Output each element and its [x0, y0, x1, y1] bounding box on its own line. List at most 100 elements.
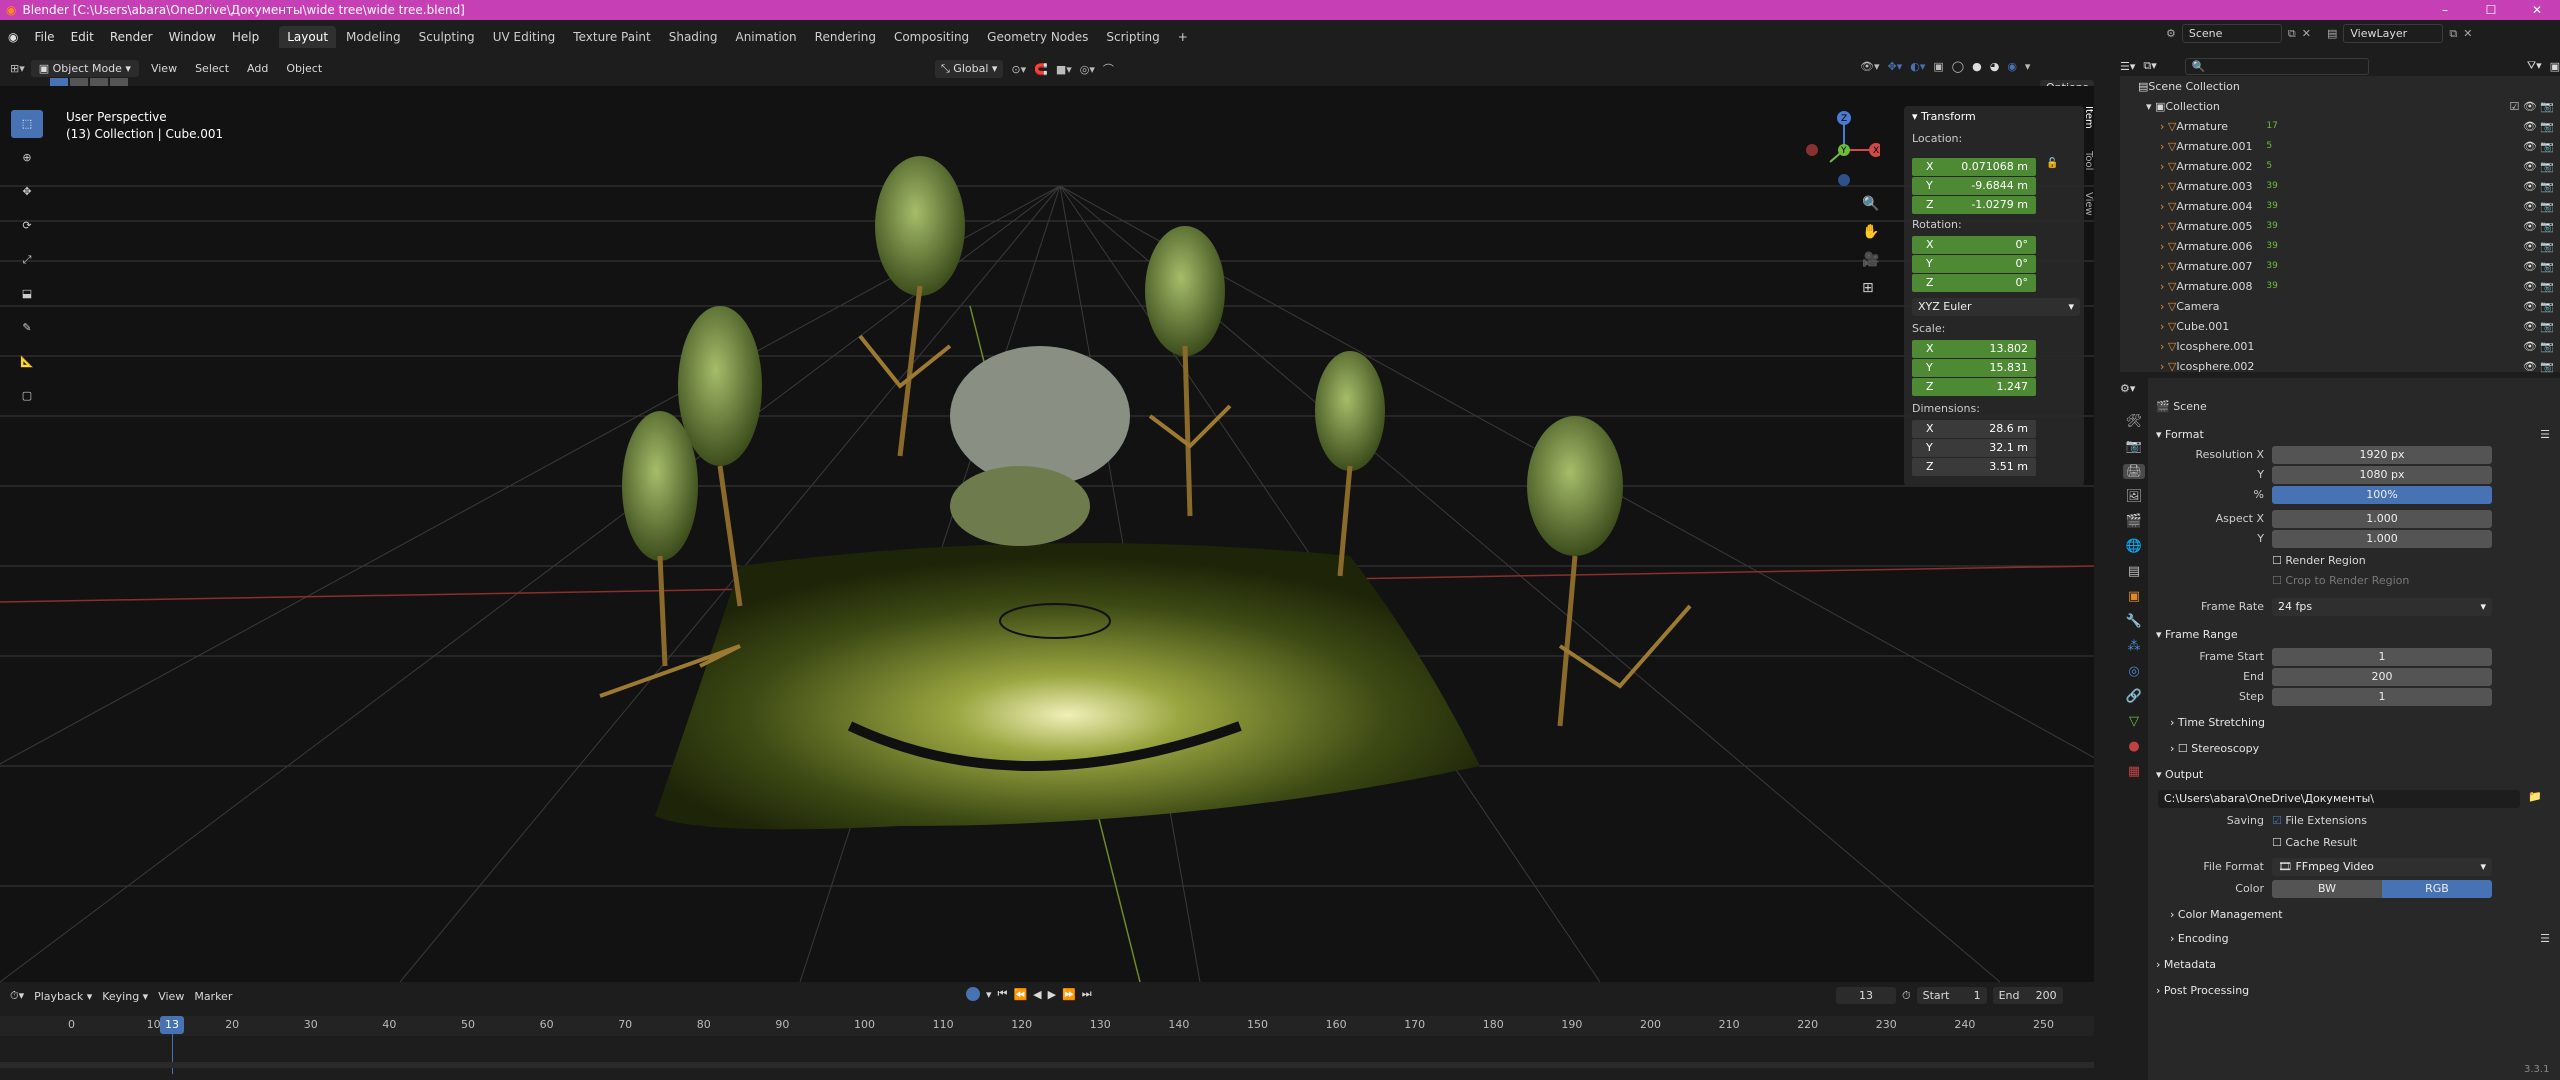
visibility-eye-icon[interactable]: 👁 📷	[2523, 140, 2554, 153]
outliner-item[interactable]: › ▽ Armature.005 39 👁 📷	[2120, 216, 2560, 236]
view-layer-tab-icon[interactable]: 🖼	[2126, 489, 2143, 504]
visibility-eye-icon[interactable]: 👁 📷	[2523, 120, 2554, 133]
resolution-y-field[interactable]: 1080 px	[2272, 466, 2492, 484]
mode-selector[interactable]: ▣ Object Mode ▾	[30, 60, 139, 77]
object-tab-icon[interactable]: ▣	[2128, 589, 2140, 604]
add-workspace-button[interactable]: +	[1170, 26, 1196, 48]
output-tab-icon[interactable]: 🖨	[2122, 464, 2146, 479]
record-options-icon[interactable]: ▾	[986, 988, 992, 1001]
visibility-eye-icon[interactable]: 👁 📷	[2523, 160, 2554, 173]
outliner-item[interactable]: › ▽ Armature.003 39 👁 📷	[2120, 176, 2560, 196]
dimension-y-field[interactable]: Y 32.1 m	[1912, 439, 2036, 457]
new-scene-icon[interactable]: ⧉	[2288, 27, 2296, 41]
move-tool-icon[interactable]: ✥	[11, 178, 43, 206]
tab-scripting[interactable]: Scripting	[1098, 26, 1167, 48]
menu-select[interactable]: Select	[189, 62, 235, 75]
menu-object[interactable]: Object	[280, 62, 328, 75]
dimension-z-field[interactable]: Z 3.51 m	[1912, 458, 2036, 476]
jump-start-icon[interactable]: ⏮	[998, 987, 1008, 1001]
texture-tab-icon[interactable]: ▦	[2128, 764, 2140, 779]
3d-viewport[interactable]: User Perspective (13) Collection | Cube.…	[0, 86, 2094, 982]
scale-x-field[interactable]: X 13.802	[1912, 340, 2036, 358]
blender-menu-icon[interactable]: ◉	[0, 30, 26, 44]
color-rgb-button[interactable]: RGB	[2382, 880, 2492, 898]
material-shading-icon[interactable]: ◕	[1990, 60, 2000, 73]
tab-geometry-nodes[interactable]: Geometry Nodes	[979, 26, 1096, 48]
visibility-eye-icon[interactable]: 👁 📷	[2523, 220, 2554, 233]
navigation-gizmo[interactable]: Z X Y	[1800, 110, 1883, 190]
modifier-tab-icon[interactable]: 🔧	[2126, 614, 2142, 629]
frame-step-field[interactable]: 1	[2272, 688, 2492, 706]
material-tab-icon[interactable]: ●	[2128, 739, 2139, 754]
filter-icon[interactable]: ⛛▾	[2527, 59, 2542, 73]
clock-icon[interactable]: ⏱	[1902, 989, 1911, 1003]
select-tool-icon[interactable]: ⬚	[11, 110, 43, 138]
tab-uv-editing[interactable]: UV Editing	[485, 26, 564, 48]
frame-range-section-header[interactable]: ▾ Frame Range	[2156, 628, 2238, 641]
post-processing-section[interactable]: › Post Processing	[2156, 984, 2249, 997]
ortho-toggle-icon[interactable]: ⊞	[1862, 280, 1879, 296]
scale-z-field[interactable]: Z 1.247	[1912, 378, 2036, 396]
outliner-item[interactable]: › ▽ Armature.002 5 👁 📷	[2120, 156, 2560, 176]
play-icon[interactable]: ▶	[1048, 988, 1056, 1001]
outliner-item[interactable]: › ▽ Cube.001 👁 📷	[2120, 316, 2560, 336]
visibility-eye-icon[interactable]: 👁 📷	[2523, 280, 2554, 293]
encoding-section[interactable]: › Encoding	[2170, 932, 2229, 945]
collection-visibility-icons[interactable]: ☑ 👁 📷	[2509, 100, 2554, 113]
constraints-tab-icon[interactable]: 🔗	[2126, 689, 2142, 704]
menu-file[interactable]: File	[26, 30, 62, 44]
timeline-editor-icon[interactable]: ⏱▾	[10, 989, 24, 1003]
world-tab-icon[interactable]: 🌐	[2126, 539, 2142, 554]
delete-viewlayer-icon[interactable]: ✕	[2463, 27, 2472, 40]
collection-row[interactable]: ▾ ▣ Collection ☑ 👁 📷	[2120, 96, 2560, 116]
time-stretching-section[interactable]: › Time Stretching	[2170, 716, 2265, 729]
cache-result-checkbox[interactable]: ☐ Cache Result	[2272, 836, 2357, 849]
crop-region-checkbox[interactable]: ☐ Crop to Render Region	[2272, 574, 2409, 587]
tab-rendering[interactable]: Rendering	[807, 26, 884, 48]
current-frame-field[interactable]: 13	[1836, 987, 1896, 1004]
file-extensions-checkbox[interactable]: ☑ File Extensions	[2272, 814, 2367, 827]
scale-y-field[interactable]: Y 15.831	[1912, 359, 2036, 377]
visibility-eye-icon[interactable]: 👁 📷	[2523, 200, 2554, 213]
snap-target-icon[interactable]: ■▾	[1056, 63, 1072, 76]
minimize-button[interactable]: –	[2422, 0, 2468, 20]
tab-modeling[interactable]: Modeling	[338, 26, 409, 48]
rotation-z-field[interactable]: Z 0°	[1912, 274, 2036, 292]
scale-tool-icon[interactable]: ⤢	[11, 246, 43, 274]
transform-tool-icon[interactable]: ⬓	[11, 280, 43, 308]
dimension-x-field[interactable]: X 28.6 m	[1912, 420, 2036, 438]
render-region-checkbox[interactable]: ☐ Render Region	[2272, 554, 2366, 567]
color-management-section[interactable]: › Color Management	[2170, 908, 2283, 921]
sidebar-tab-view[interactable]: View	[2083, 192, 2094, 216]
menu-add[interactable]: Add	[241, 62, 274, 75]
visibility-eye-icon[interactable]: 👁 📷	[2523, 300, 2554, 313]
menu-edit[interactable]: Edit	[63, 30, 102, 44]
visibility-eye-icon[interactable]: 👁 📷	[2523, 360, 2554, 373]
play-reverse-icon[interactable]: ◀	[1033, 988, 1041, 1001]
delete-scene-icon[interactable]: ✕	[2302, 27, 2311, 40]
menu-window[interactable]: Window	[161, 30, 224, 44]
rotation-x-field[interactable]: X 0°	[1912, 236, 2036, 254]
snap-icon[interactable]: 🧲	[1034, 63, 1048, 76]
keying-menu[interactable]: Keying ▾	[102, 990, 148, 1003]
visibility-eye-icon[interactable]: 👁 📷	[2523, 260, 2554, 273]
file-format-select[interactable]: 🎞 FFmpeg Video ▾	[2272, 858, 2492, 876]
marker-menu[interactable]: Marker	[194, 990, 232, 1003]
frame-start-field[interactable]: 1	[2272, 648, 2492, 666]
color-bw-button[interactable]: BW	[2272, 880, 2382, 898]
wireframe-shading-icon[interactable]: ◯	[1952, 60, 1964, 73]
location-y-field[interactable]: Y -9.6844 m	[1912, 177, 2036, 195]
shading-options-icon[interactable]: ▾	[2025, 60, 2031, 73]
menu-render[interactable]: Render	[102, 30, 161, 44]
gizmo-icon[interactable]: ✥▾	[1888, 60, 1903, 73]
playback-menu[interactable]: Playback ▾	[34, 990, 92, 1003]
format-presets-icon[interactable]: ☰	[2540, 428, 2550, 441]
menu-view[interactable]: View	[145, 62, 183, 75]
tab-texture-paint[interactable]: Texture Paint	[565, 26, 658, 48]
properties-editor-icon[interactable]: ⚙▾	[2120, 382, 2135, 395]
tab-compositing[interactable]: Compositing	[886, 26, 977, 48]
sidebar-tab-tool[interactable]: Tool	[2083, 151, 2094, 170]
outliner-item[interactable]: › ▽ Armature.008 39 👁 📷	[2120, 276, 2560, 296]
viewlayer-selector[interactable]: ViewLayer	[2343, 24, 2444, 43]
timeline-view-menu[interactable]: View	[158, 990, 184, 1003]
